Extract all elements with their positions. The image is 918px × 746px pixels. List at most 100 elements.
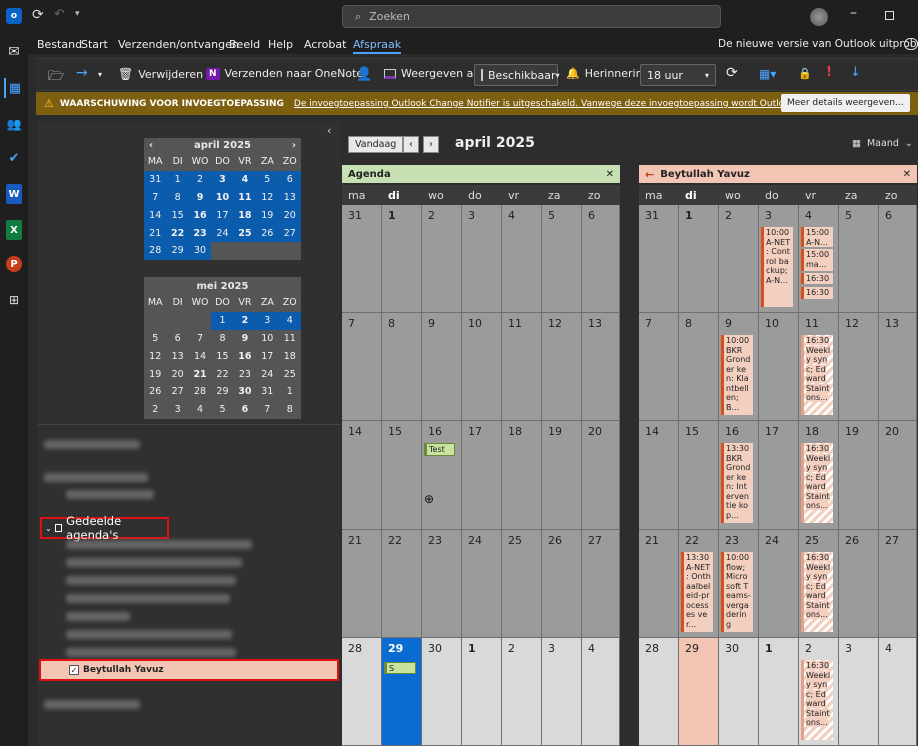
open-folder-icon[interactable]: 🗁 [48,67,64,89]
mini-day[interactable]: 21 [144,224,167,242]
day-cell[interactable]: 4 [502,205,542,313]
mini-day[interactable]: 23 [188,224,212,242]
day-cell[interactable]: 7 [342,313,382,421]
mini-day[interactable]: 7 [256,401,278,419]
day-cell[interactable]: 19 [542,421,582,530]
categorize-icon[interactable]: ▦▾ [759,67,776,81]
mini-day[interactable]: 2 [188,170,212,189]
recurrence-icon[interactable]: ⟳ [726,65,738,81]
mini-day[interactable]: 30 [188,241,212,260]
day-cell[interactable]: 6 [879,205,917,313]
reminder-select[interactable]: 18 uur ▾ [640,64,716,86]
day-cell[interactable]: 5 [542,205,582,313]
day-cell[interactable]: 26 [839,530,879,638]
tab-bestand[interactable]: Bestand [37,38,82,51]
mini-day[interactable]: 30 [234,383,256,401]
back-arrow-icon[interactable]: ← [645,168,654,181]
mini-day[interactable]: 28 [144,241,167,260]
day-cell[interactable]: 21 [639,530,679,638]
day-cell[interactable]: 10 [759,313,799,421]
day-cell[interactable]: 28 [639,638,679,746]
people-icon[interactable]: 👥 [4,114,24,134]
search-box[interactable]: ⌕ Zoeken [342,5,721,28]
mini-day[interactable]: 11 [233,188,257,207]
tab-afspraak[interactable]: Afspraak [353,38,402,54]
mini-day[interactable]: 26 [256,224,279,242]
mini-day[interactable]: 22 [166,224,189,242]
mini-day[interactable]: 29 [211,383,233,401]
day-cell[interactable]: 14 [639,421,679,530]
day-cell[interactable]: 2 [502,638,542,746]
day-cell[interactable]: 21 [342,530,382,638]
mini-day[interactable]: 20 [278,206,301,225]
event-appointment[interactable]: 10:00 A-NET : Control backup; A-N... [761,227,793,307]
day-cell[interactable]: 7 [639,313,679,421]
mini-day[interactable]: 11 [279,330,301,348]
day-cell[interactable]: 28 [342,638,382,746]
high-importance-icon[interactable]: ! [826,65,832,80]
day-cell[interactable]: 12 [839,313,879,421]
mini-day[interactable]: 6 [278,170,301,189]
day-cell[interactable]: 30 [719,638,759,746]
next-month-icon[interactable]: › [292,140,296,151]
day-cell[interactable]: 1 [382,205,422,313]
mini-day[interactable]: 9 [234,330,256,348]
day-cell[interactable]: 16 [422,421,462,530]
day-cell[interactable]: 8 [679,313,719,421]
mini-day[interactable]: 21 [189,365,211,383]
mini-day[interactable]: 8 [279,401,301,419]
day-cell[interactable]: 26 [542,530,582,638]
mini-day[interactable]: 14 [144,206,167,225]
today-button[interactable]: Vandaag [348,136,404,153]
day-cell[interactable]: 31 [342,205,382,313]
quick-access-icon[interactable]: ▾ [75,9,80,19]
day-cell[interactable]: 2 [422,205,462,313]
mini-day[interactable]: 5 [211,401,233,419]
powerpoint-icon[interactable]: P [6,256,22,272]
event-tentative[interactable]: 16:30 Weekly sync; Edward Staintons... [801,552,833,632]
mini-day[interactable]: 2 [144,401,166,419]
new-outlook-toggle[interactable] [904,38,918,50]
minimize-icon[interactable]: – [850,5,857,21]
mini-day[interactable]: 18 [233,206,257,225]
event-appointment[interactable]: 10:00 BKR Gronder ken: Klantbellen; B... [721,335,753,415]
tab-acrobat[interactable]: Acrobat [304,38,346,51]
mini-day[interactable]: 19 [144,365,166,383]
calendar-icon[interactable]: ▦ [4,78,24,98]
mini-day[interactable]: 24 [256,365,278,383]
event-appointment[interactable]: 10:00 flow; Microsoft Teams-vergadering [721,552,753,632]
event-appointment[interactable]: 15:00 A-N... [801,227,833,247]
day-cell[interactable]: 9 [422,313,462,421]
mini-day[interactable]: 7 [189,330,211,348]
group-checkbox[interactable] [54,524,63,532]
day-cell[interactable]: 23 [422,530,462,638]
day-cell[interactable]: 10 [462,313,502,421]
mini-day[interactable]: 4 [189,401,211,419]
event-tentative[interactable]: 16:30 Weekly sync; Edward Staintons... [801,443,833,523]
event-test[interactable]: Test [424,443,455,456]
mini-day[interactable]: 15 [211,347,233,365]
mini-day[interactable]: 1 [211,311,234,330]
mini-day[interactable]: 8 [211,330,233,348]
day-cell[interactable]: 30 [422,638,462,746]
mini-day[interactable]: 1 [166,170,189,189]
mini-day[interactable]: 8 [166,188,189,207]
mini-day[interactable]: 23 [234,365,256,383]
mini-day[interactable]: 17 [211,206,234,225]
next-period-icon[interactable]: › [423,136,439,153]
day-cell[interactable]: 15 [679,421,719,530]
mini-day[interactable]: 26 [144,383,166,401]
mini-day[interactable]: 28 [189,383,211,401]
mini-day[interactable]: 22 [211,365,233,383]
shared-calendars-group[interactable]: ⌄ Gedeelde agenda's [40,514,169,542]
mini-day[interactable]: 25 [233,224,257,242]
mini-day[interactable]: 27 [166,383,188,401]
day-cell[interactable]: 20 [582,421,620,530]
day-cell[interactable]: 1 [759,638,799,746]
event-s[interactable]: S [384,662,416,674]
view-select[interactable]: ▦ Maand ⌄ [852,138,913,149]
mini-day[interactable]: 27 [278,224,301,242]
day-cell[interactable]: 2 [719,205,759,313]
mini-day[interactable]: 1 [279,383,301,401]
collapse-pane-icon[interactable]: ‹ [327,124,331,137]
